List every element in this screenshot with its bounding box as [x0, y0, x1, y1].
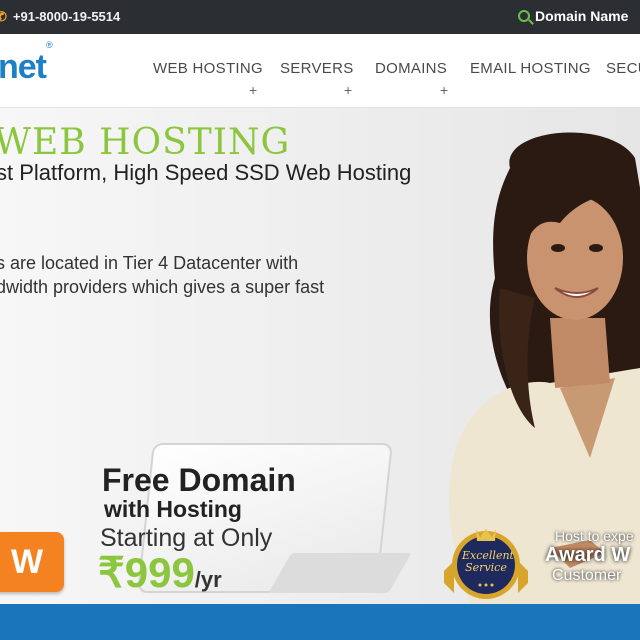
nav-servers-expand-icon[interactable]: +	[344, 82, 352, 98]
promo-price: ₹999/yr	[98, 548, 222, 597]
nav-domains[interactable]: DOMAINS	[375, 60, 447, 77]
logo-registered-mark: ®	[46, 39, 53, 50]
badge-label: Excellent Service	[462, 550, 514, 574]
domain-name-label: Domain Name	[535, 8, 629, 24]
nav-email-hosting[interactable]: EMAIL HOSTING	[470, 60, 591, 77]
promo-free-domain: Free Domain	[102, 462, 296, 498]
domain-name-link[interactable]: Domain Name	[518, 8, 628, 24]
nav-security[interactable]: SECU	[606, 60, 640, 77]
nav-servers[interactable]: SERVERS	[280, 60, 354, 77]
hero-title: WEB HOSTING	[0, 122, 291, 163]
award-text-line3: Customer	[552, 567, 622, 584]
nav-web-hosting[interactable]: WEB HOSTING	[153, 60, 263, 77]
site-logo[interactable]: net®	[0, 40, 53, 87]
bottom-bar	[0, 604, 640, 640]
site-header: net® WEB HOSTING + SERVERS + DOMAINS + E…	[0, 34, 640, 108]
badge-line2: Service	[465, 561, 507, 574]
phone-icon: ✆	[0, 9, 7, 24]
phone-contact[interactable]: ✆ +91-8000-19-5514	[0, 9, 120, 25]
hero-description-line1: s are located in Tier 4 Datacenter with	[0, 253, 299, 273]
hero-subtitle: st Platform, High Speed SSD Web Hosting	[0, 160, 412, 185]
laptop-base-illustration	[268, 553, 412, 593]
phone-number: +91-8000-19-5514	[12, 9, 121, 24]
hero-banner[interactable]: WEB HOSTING st Platform, High Speed SSD …	[0, 108, 640, 604]
top-bar: ✆ +91-8000-19-5514 Domain Name	[0, 0, 640, 34]
price-unit: /yr	[194, 567, 222, 592]
buy-now-button[interactable]: W	[0, 532, 64, 592]
logo-text: net	[0, 48, 47, 86]
nav-web-hosting-expand-icon[interactable]: +	[249, 82, 257, 98]
nav-domains-expand-icon[interactable]: +	[440, 82, 448, 98]
award-text-line1: Host to expe	[555, 528, 634, 544]
price-amount: ₹999	[98, 549, 195, 596]
award-text-line2: Award W	[545, 544, 631, 566]
crown-icon	[476, 529, 496, 541]
hero-description-line2: dwidth providers which gives a super fas…	[0, 277, 325, 297]
promo-with-hosting: with Hosting	[104, 496, 242, 522]
search-icon	[518, 10, 530, 22]
